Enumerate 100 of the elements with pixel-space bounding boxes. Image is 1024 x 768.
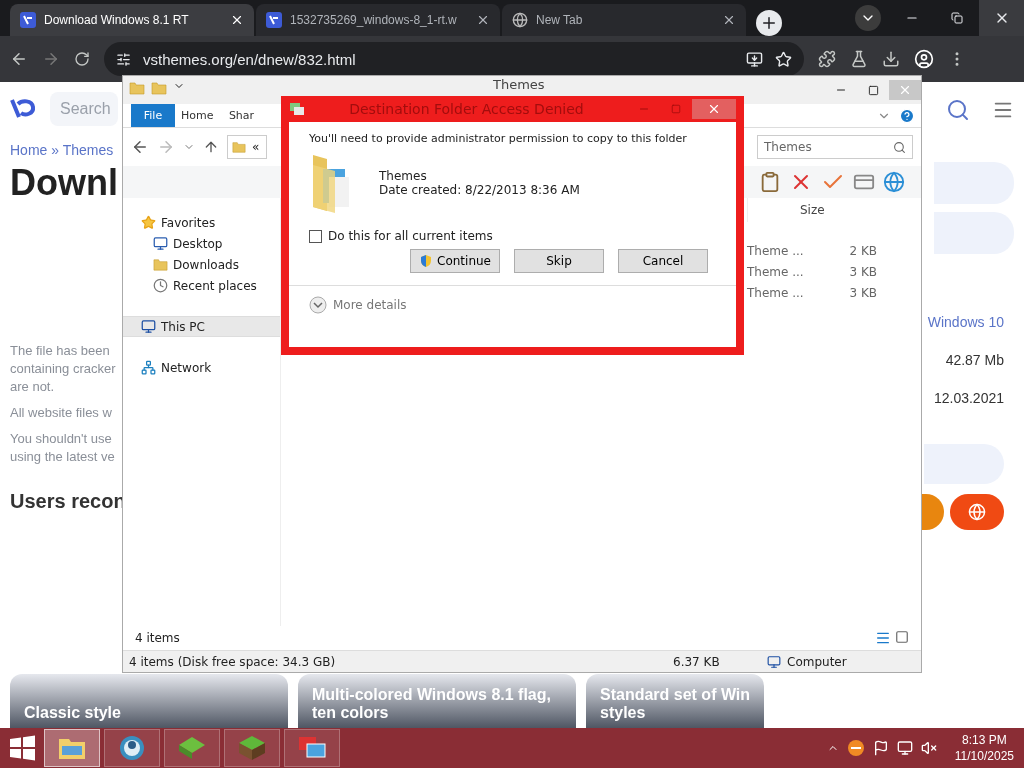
taskbar-app[interactable] — [224, 729, 280, 767]
dialog-button[interactable]: Skip — [514, 249, 604, 273]
tiles-view-icon[interactable] — [895, 630, 909, 644]
back-icon[interactable] — [10, 50, 28, 68]
block-icon — [177, 735, 207, 761]
checkbox[interactable] — [309, 229, 322, 243]
theme-card[interactable]: Standard set of Win styles — [586, 674, 765, 728]
computer-icon — [141, 319, 156, 334]
help-icon[interactable] — [899, 107, 915, 124]
maximize-icon — [671, 104, 681, 114]
browser-tab[interactable]: New Tab — [502, 4, 746, 36]
taskbar-app[interactable] — [284, 729, 340, 767]
search-icon[interactable] — [946, 98, 970, 122]
more-details-link[interactable]: More details — [333, 298, 407, 312]
folder-icon — [129, 80, 145, 96]
globe-icon[interactable] — [883, 171, 905, 193]
checkbox-label[interactable]: Do this for all current items — [328, 229, 493, 243]
taskbar-app[interactable] — [104, 729, 160, 767]
address-bar[interactable]: vsthemes.org/en/dnew/832.html — [104, 42, 804, 76]
close-icon[interactable] — [476, 13, 490, 27]
folder-icon — [232, 140, 246, 154]
bookmark-icon[interactable] — [775, 50, 792, 68]
nav-item[interactable]: Favorites — [123, 212, 280, 233]
status-text: 4 items (Disk free space: 34.3 GB) — [129, 654, 337, 669]
dialog-message: You'll need to provide administrator permission to copy to this folder — [309, 132, 688, 145]
close-button[interactable] — [979, 0, 1024, 36]
clock[interactable]: 8:13 PM 11/10/2025 — [954, 732, 1014, 764]
profile-icon[interactable] — [914, 49, 934, 69]
reload-icon[interactable] — [74, 51, 90, 67]
close-icon[interactable] — [230, 13, 244, 27]
nav-item[interactable]: This PC — [123, 316, 280, 337]
copy-icon — [289, 102, 305, 116]
clock-icon — [153, 278, 168, 293]
nav-item[interactable]: Network — [123, 357, 280, 378]
dialog-title: Destination Folder Access Denied — [348, 101, 585, 117]
star-icon — [141, 215, 156, 230]
ribbon-tab[interactable]: Home — [175, 104, 220, 127]
paragraph: The file has been containing cracker are not. — [10, 342, 116, 396]
item-count: 4 items — [135, 631, 180, 645]
dialog-button[interactable]: Continue — [410, 249, 500, 273]
close-icon — [898, 83, 912, 97]
new-tab-button[interactable] — [756, 10, 782, 36]
maximize-icon — [867, 84, 879, 96]
theme-card[interactable]: Multi-colored Windows 8.1 flag, ten colors — [298, 674, 576, 728]
nav-item[interactable]: Downloads — [123, 254, 280, 275]
address-field[interactable]: « — [227, 135, 267, 159]
globe-icon — [118, 734, 146, 762]
back-icon[interactable] — [131, 138, 149, 156]
breadcrumb[interactable]: Home » Themes — [10, 142, 114, 158]
search-icon — [893, 140, 906, 154]
network-icon[interactable] — [896, 740, 913, 756]
network-icon — [141, 360, 156, 375]
site-logo-icon[interactable] — [10, 98, 36, 120]
up-icon[interactable] — [203, 139, 219, 155]
globe-icon — [512, 12, 528, 28]
file-size: 42.87 Mb — [945, 352, 1004, 368]
nav-item[interactable]: Recent places — [123, 275, 280, 296]
forward-icon[interactable] — [42, 50, 60, 68]
mute-icon[interactable] — [920, 740, 937, 756]
expand-icon[interactable] — [309, 296, 327, 314]
column-header[interactable]: Size — [747, 198, 877, 222]
remote-desktop-icon — [297, 735, 327, 761]
extensions-icon[interactable] — [818, 50, 836, 68]
folder-name: Themes — [379, 169, 428, 183]
browser-tab[interactable]: 1532735269_windows-8_1-rt.w — [256, 4, 500, 36]
search-field[interactable]: Themes — [757, 135, 913, 159]
os-link[interactable]: Windows 10 — [927, 314, 1004, 330]
nav-item[interactable]: Desktop — [123, 233, 280, 254]
reddit-button[interactable] — [950, 494, 1004, 530]
page-heading: Downl — [10, 162, 118, 204]
shield-icon — [419, 254, 433, 268]
clipboard-icon[interactable] — [759, 171, 781, 193]
site-logo-icon — [266, 12, 282, 28]
share-button[interactable] — [922, 494, 944, 530]
file-size: 3 KB — [848, 263, 877, 281]
grass-block-icon — [237, 734, 267, 762]
folder-icon — [153, 257, 168, 272]
computer-icon — [767, 654, 781, 669]
ribbon-tab[interactable]: Shar — [219, 104, 264, 127]
ribbon-tab[interactable]: File — [131, 104, 175, 127]
taskbar-app[interactable] — [164, 729, 220, 767]
folder-icon — [151, 80, 167, 96]
download-icon[interactable] — [882, 50, 900, 68]
date-text: 12.03.2021 — [933, 390, 1004, 406]
close-icon[interactable] — [722, 13, 736, 27]
flag-icon[interactable] — [872, 740, 889, 756]
plus-icon — [760, 14, 778, 32]
details-view-icon[interactable] — [875, 630, 891, 646]
site-settings-icon[interactable] — [116, 51, 131, 67]
restore-icon — [950, 12, 963, 24]
browser-tab[interactable]: Download Windows 8.1 RT — [10, 4, 254, 36]
file-type: Theme ... — [747, 242, 805, 260]
theme-card[interactable]: Classic style — [10, 674, 288, 728]
install-icon[interactable] — [746, 50, 763, 68]
labs-icon[interactable] — [850, 50, 868, 68]
dialog-button[interactable]: Cancel — [618, 249, 708, 273]
tab-search-button[interactable] — [855, 5, 881, 31]
update-icon[interactable] — [846, 739, 865, 757]
status-location: Computer — [787, 654, 847, 669]
paragraph: All website files w — [10, 404, 113, 422]
